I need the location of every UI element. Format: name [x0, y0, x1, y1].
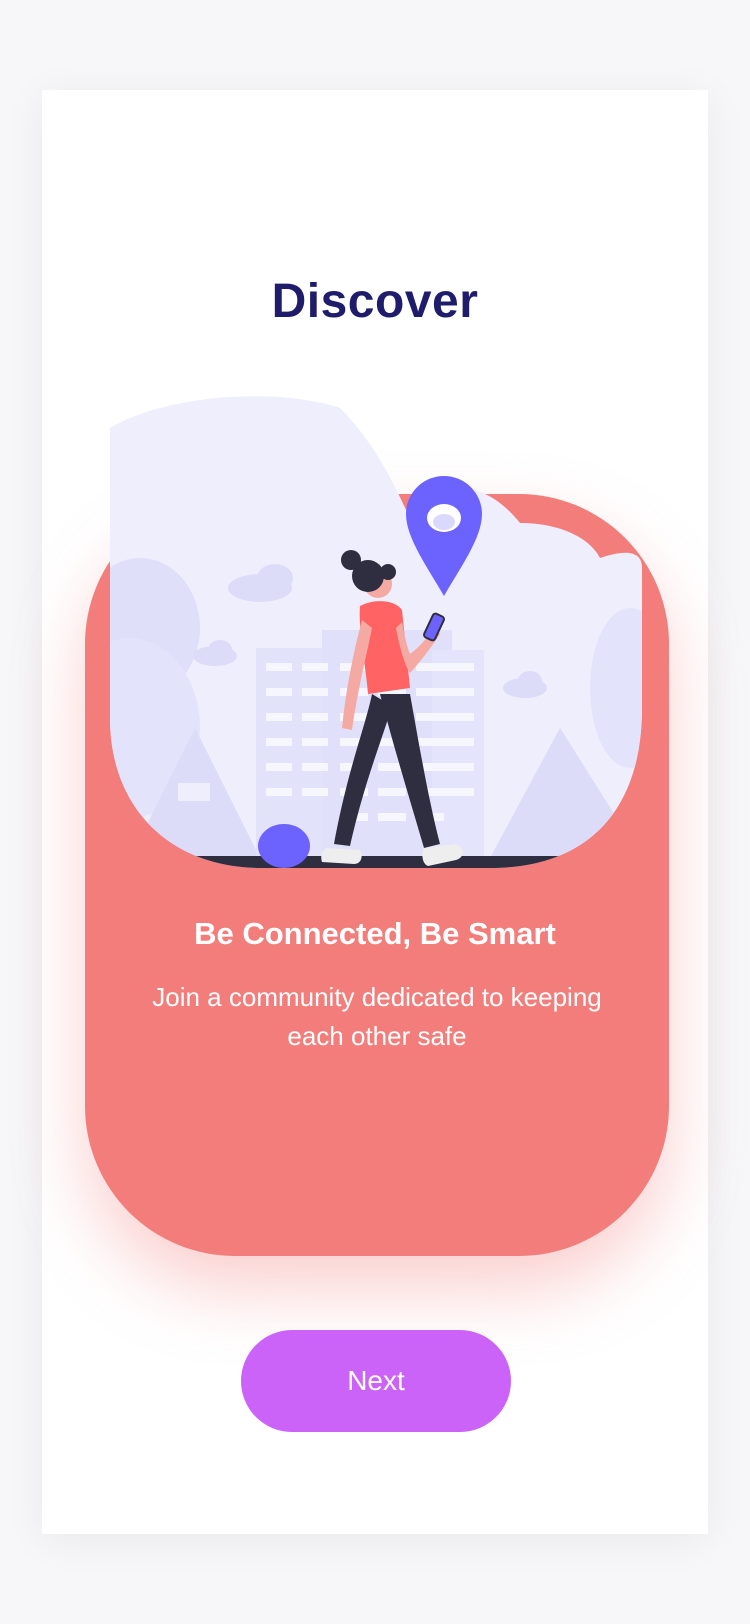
card-description: Join a community dedicated to keeping ea…: [152, 982, 602, 1051]
walking-woman-illustration: [110, 396, 642, 868]
page-title: Discover: [271, 275, 479, 328]
card-headline: Be Connected, Be Smart: [194, 916, 556, 951]
onboarding-screen: Discover Be Connected, Be Smart Join a c…: [42, 90, 708, 1534]
next-button[interactable]: Next: [241, 1330, 511, 1432]
